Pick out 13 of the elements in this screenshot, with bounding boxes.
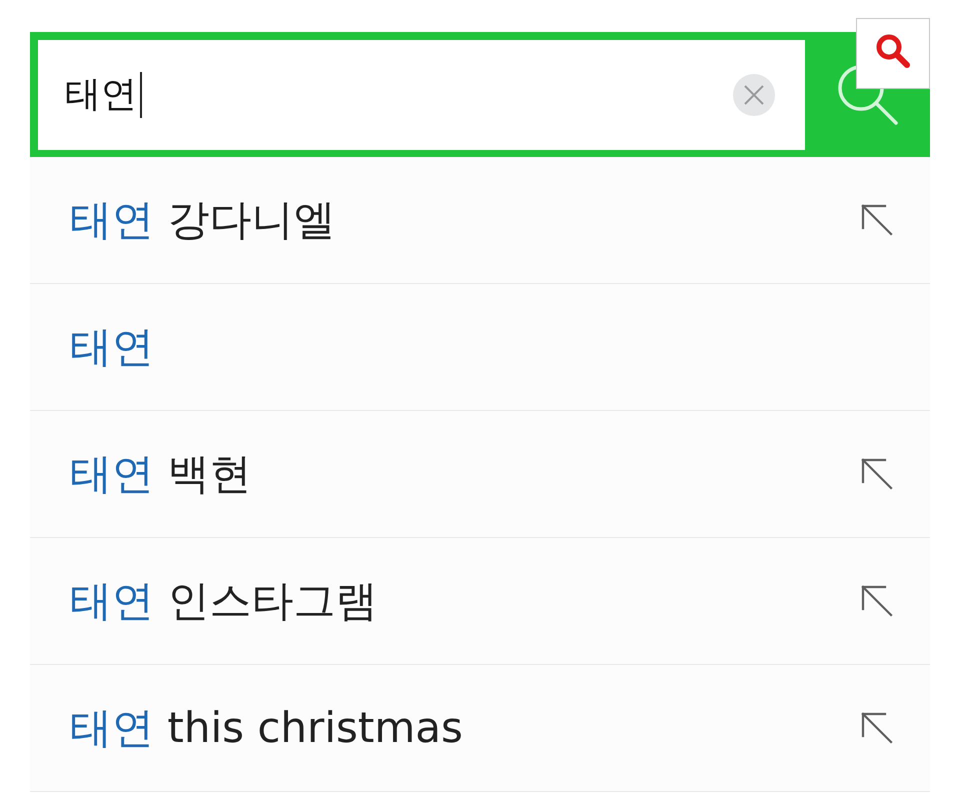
close-icon: [743, 84, 765, 106]
arrow-up-left-icon[interactable]: [861, 585, 893, 617]
suggestion-text: 태연 this christmas: [70, 702, 463, 754]
arrow-up-left-icon[interactable]: [861, 712, 893, 744]
suggestion-text: 태연: [70, 322, 154, 372]
suggestion-text: 태연 인스타그램: [70, 576, 378, 626]
search-field[interactable]: 태연: [38, 40, 805, 150]
arrow-up-left-icon[interactable]: [861, 204, 893, 236]
search-tooltip[interactable]: [856, 18, 930, 89]
arrow-up-left-icon[interactable]: [861, 458, 893, 490]
suggestion-text: 태연 백현: [70, 448, 252, 500]
suggestion-text: 태연 강다니엘: [70, 194, 336, 246]
clear-button[interactable]: [733, 74, 775, 116]
